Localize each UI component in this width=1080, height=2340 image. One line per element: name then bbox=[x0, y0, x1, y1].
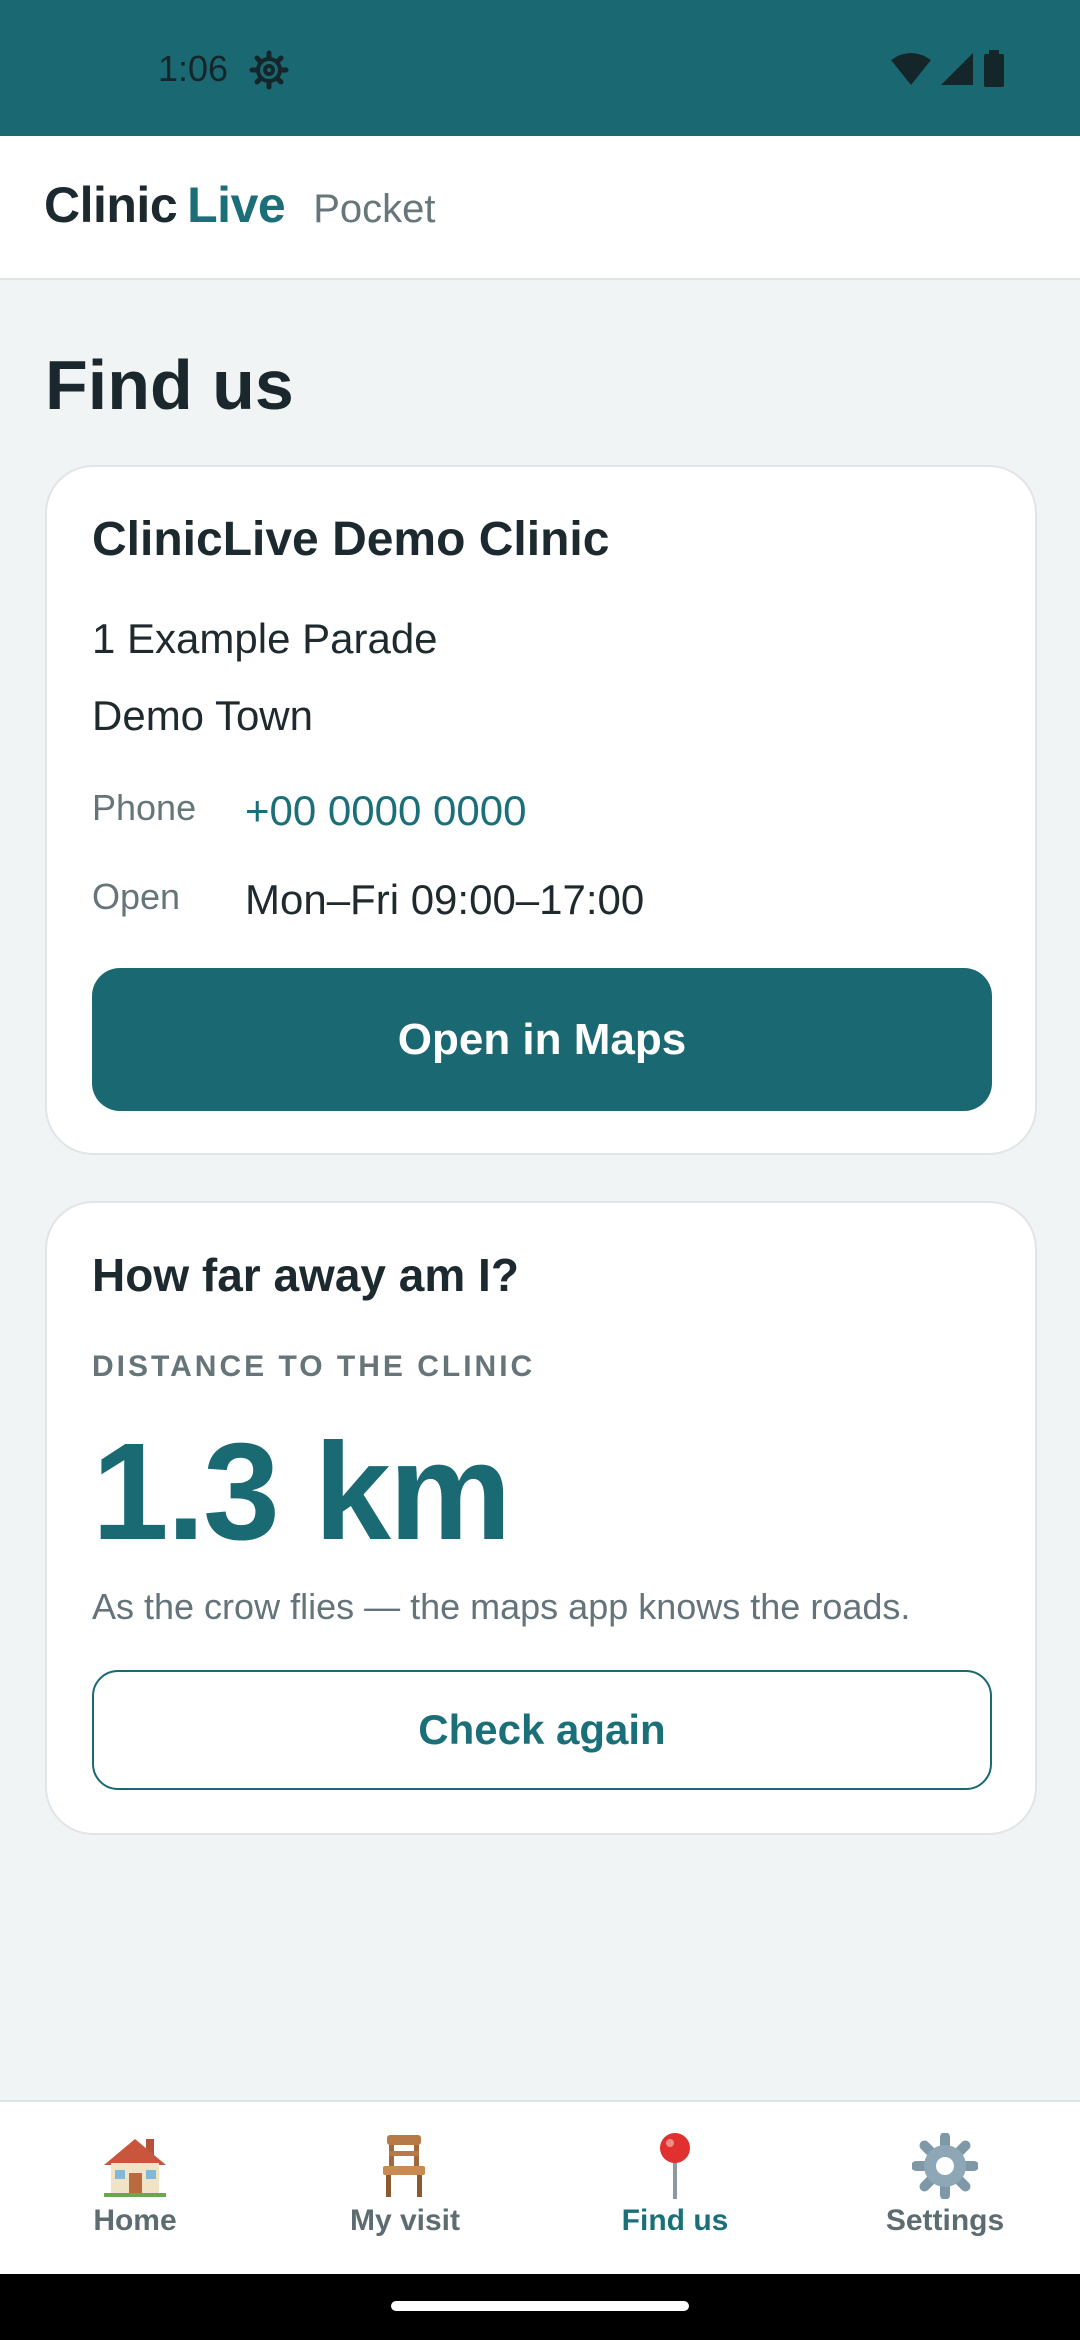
battery-icon bbox=[982, 49, 1006, 93]
phone-label: Phone bbox=[92, 787, 197, 828]
app-bar: Clinic Live Pocket bbox=[0, 136, 1080, 280]
status-time: 1:06 bbox=[158, 48, 229, 89]
open-in-maps-button[interactable]: Open in Maps bbox=[92, 968, 992, 1111]
page-title: Find us bbox=[45, 346, 294, 424]
bottom-navigation: Home My visit Find us Settings bbox=[0, 2100, 1080, 2274]
home-gesture-handle[interactable] bbox=[391, 2301, 689, 2311]
nav-label-home: Home bbox=[93, 2204, 177, 2237]
open-hours-label: Open bbox=[92, 876, 181, 917]
gesture-bar bbox=[0, 2274, 1080, 2340]
clinic-name: ClinicLive Demo Clinic bbox=[92, 513, 610, 566]
system-icons bbox=[890, 49, 1006, 93]
chair-icon bbox=[369, 2130, 441, 2202]
check-again-button[interactable]: Check again bbox=[92, 1670, 992, 1790]
nav-label-my-visit: My visit bbox=[349, 2204, 461, 2237]
brand-clinic-text: Clinic bbox=[44, 177, 178, 233]
settings-gear-icon bbox=[249, 50, 289, 90]
wifi-icon bbox=[890, 52, 932, 91]
status-bar: 1:06 bbox=[0, 0, 1080, 136]
distance-value: 1.3 km bbox=[92, 1415, 512, 1569]
distance-note: As the crow flies — the maps app knows t… bbox=[92, 1586, 911, 1627]
brand-live-text: Live bbox=[187, 177, 286, 233]
address-line-1: 1 Example Parade bbox=[92, 615, 438, 662]
nav-label-find-us: Find us bbox=[621, 2204, 729, 2237]
phone-link[interactable]: +00 0000 0000 bbox=[245, 787, 526, 835]
location-pin-icon bbox=[639, 2130, 711, 2202]
brand-suffix: Pocket bbox=[313, 187, 436, 231]
nav-item-my-visit[interactable]: My visit bbox=[270, 2102, 540, 2274]
nav-label-settings: Settings bbox=[885, 2204, 1005, 2237]
cellular-signal-icon bbox=[940, 52, 974, 91]
distance-card-title: How far away am I? bbox=[92, 1249, 519, 1301]
open-hours-value: Mon–Fri 09:00–17:00 bbox=[245, 876, 645, 923]
clinic-info-card: ClinicLive Demo Clinic 1 Example Parade … bbox=[45, 465, 1037, 1155]
brand-logo: Clinic Live Pocket bbox=[44, 176, 436, 234]
nav-item-find-us[interactable]: Find us bbox=[540, 2102, 810, 2274]
gear-icon bbox=[909, 2130, 981, 2202]
nav-item-settings[interactable]: Settings bbox=[810, 2102, 1080, 2274]
address-line-2: Demo Town bbox=[92, 692, 313, 739]
distance-card: How far away am I? DISTANCE TO THE CLINI… bbox=[45, 1201, 1037, 1835]
distance-label: DISTANCE TO THE CLINIC bbox=[92, 1350, 536, 1383]
nav-item-home[interactable]: Home bbox=[0, 2102, 270, 2274]
house-icon bbox=[99, 2130, 171, 2202]
